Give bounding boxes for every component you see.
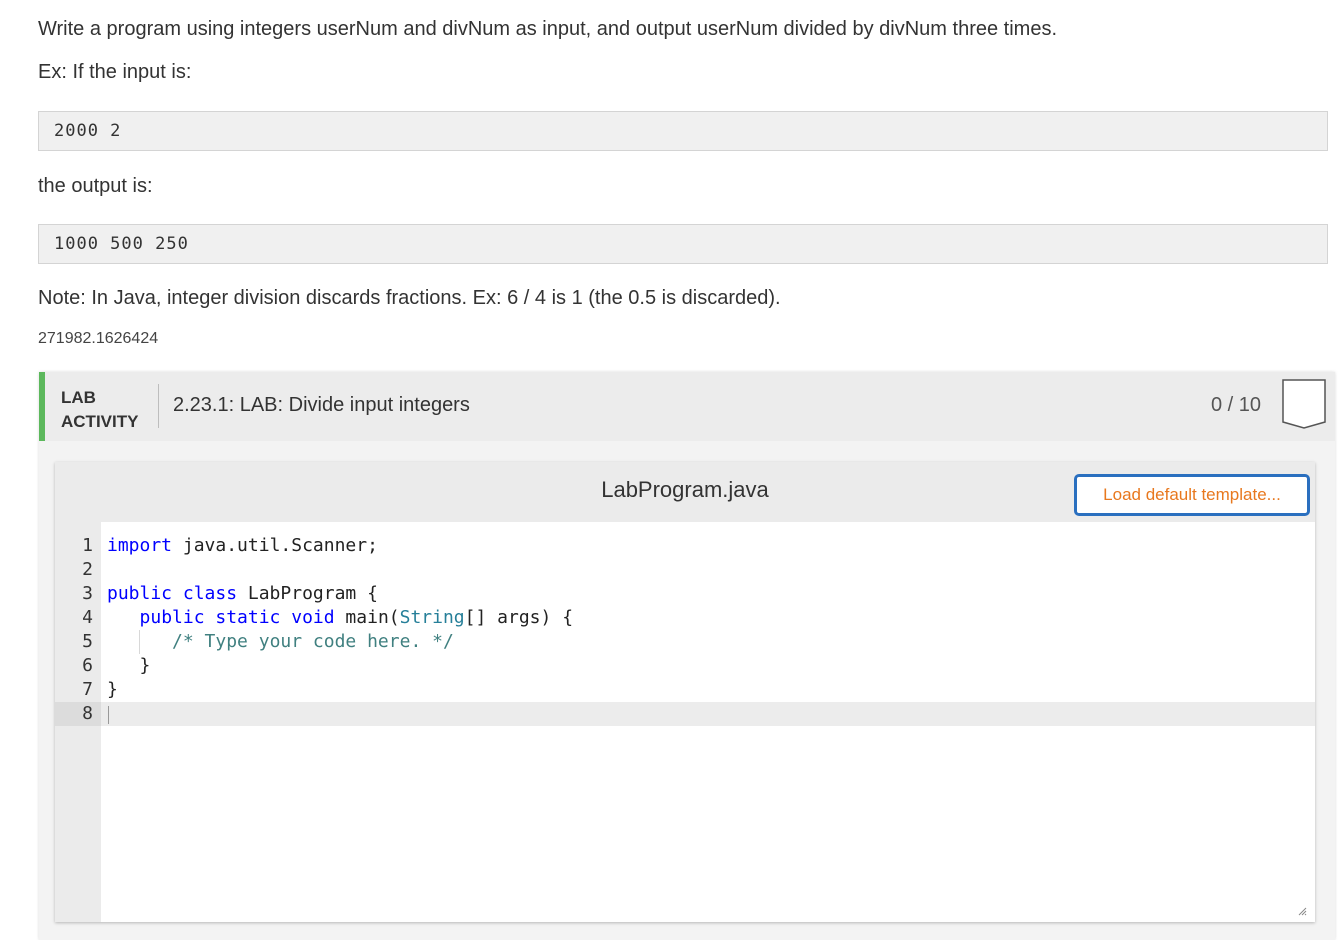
line-number: 7 [82,679,93,700]
code-text: /* Type your code here. */ [172,631,454,652]
line-number: 4 [82,607,93,628]
text-cursor [108,706,109,724]
code-area[interactable]: 1 import java.util.Scanner; 2 3 public c… [55,522,1315,922]
indent-guide [139,630,140,654]
code-text: } [107,679,118,700]
load-default-template-button[interactable]: Load default template... [1074,474,1310,516]
editor-toolbar: LabProgram.java Load default template... [55,462,1315,522]
instruction-text: Write a program using integers userNum a… [38,18,1057,40]
lab-header: LAB ACTIVITY 2.23.1: LAB: Divide input i… [39,372,1335,441]
code-text: public static void main(String[] args) { [139,607,574,628]
lab-label-line1: LAB [61,388,96,407]
code-line: 6 } [55,654,1315,678]
code-line: 2 [55,558,1315,582]
code-text: import java.util.Scanner; [107,535,378,556]
note-text: Note: In Java, integer division discards… [38,287,781,309]
code-text: } [107,655,151,676]
header-divider [158,384,159,428]
score-display: 0 / 10 [1211,394,1262,416]
sample-input-box: 2000 2 [38,111,1328,151]
code-editor: LabProgram.java Load default template...… [55,462,1315,922]
line-number: 6 [82,655,93,676]
line-number: 5 [82,631,93,652]
code-line: 4 public static void main(String[] args)… [55,606,1315,630]
example-input-label: Ex: If the input is: [38,61,192,83]
lab-activity-panel: LAB ACTIVITY 2.23.1: LAB: Divide input i… [39,372,1335,940]
example-output-label: the output is: [38,175,153,197]
completion-badge-icon [1282,379,1326,429]
code-line: 1 import java.util.Scanner; [55,534,1315,558]
lab-activity-label: LAB ACTIVITY [61,386,138,434]
code-line: 5 /* Type your code here. */ [55,630,1315,654]
lab-label-line2: ACTIVITY [61,412,139,431]
code-text: public class LabProgram { [107,583,378,604]
lab-title: 2.23.1: LAB: Divide input integers [173,394,470,416]
resize-handle-icon[interactable] [1297,906,1307,916]
code-line: 3 public class LabProgram { [55,582,1315,606]
line-number: 2 [82,559,93,580]
sample-output-box: 1000 500 250 [38,224,1328,264]
line-number: 1 [82,535,93,556]
line-number: 3 [82,583,93,604]
line-number: 8 [55,702,101,726]
activity-id: 271982.1626424 [38,330,159,347]
code-line: 7 } [55,678,1315,702]
code-line-active: 8 [55,702,1315,726]
